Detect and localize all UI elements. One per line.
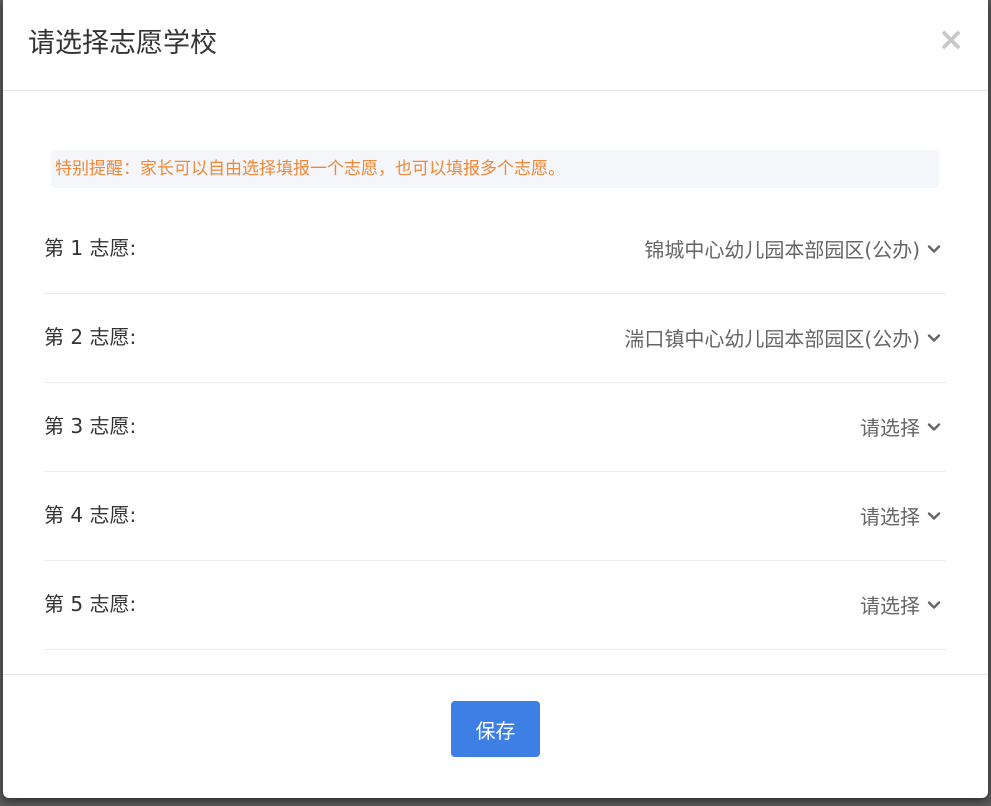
chevron-down-icon xyxy=(927,423,941,431)
dialog-title: 请选择志愿学校 xyxy=(28,28,217,59)
choice-label-3: 第 3 志愿: xyxy=(44,414,137,438)
chevron-down-icon xyxy=(927,601,941,609)
choice-label-5: 第 5 志愿: xyxy=(44,592,137,616)
close-icon[interactable]: × xyxy=(936,22,966,56)
choice-select-2[interactable]: 湍口镇中心幼儿园本部园区(公办) xyxy=(624,294,942,380)
choice-label-4: 第 4 志愿: xyxy=(44,503,137,527)
chevron-down-icon xyxy=(927,512,941,520)
choice-row-2: 第 2 志愿: 湍口镇中心幼儿园本部园区(公办) xyxy=(44,294,946,383)
choose-school-dialog: 请选择志愿学校 × 特别提醒：家长可以自由选择填报一个志愿，也可以填报多个志愿。… xyxy=(3,0,988,798)
choice-label-2: 第 2 志愿: xyxy=(44,325,137,349)
save-button[interactable]: 保存 xyxy=(451,701,540,757)
choice-select-5[interactable]: 请选择 xyxy=(860,561,942,647)
choice-select-1[interactable]: 锦城中心幼儿园本部园区(公办) xyxy=(644,205,942,291)
choice-select-3[interactable]: 请选择 xyxy=(860,383,942,469)
choice-value-1: 锦城中心幼儿园本部园区(公办) xyxy=(644,237,920,262)
choice-value-5: 请选择 xyxy=(860,593,920,618)
chevron-down-icon xyxy=(927,334,941,342)
dialog-header: 请选择志愿学校 × xyxy=(3,0,988,91)
choice-value-3: 请选择 xyxy=(860,415,920,440)
choice-value-4: 请选择 xyxy=(860,504,920,529)
choice-label-1: 第 1 志愿: xyxy=(44,236,137,260)
choice-row-1: 第 1 志愿: 锦城中心幼儿园本部园区(公办) xyxy=(44,205,946,294)
choice-row-5: 第 5 志愿: 请选择 xyxy=(44,561,946,650)
choice-value-2: 湍口镇中心幼儿园本部园区(公办) xyxy=(624,326,920,351)
choice-row-3: 第 3 志愿: 请选择 xyxy=(44,383,946,472)
notice-banner: 特别提醒：家长可以自由选择填报一个志愿，也可以填报多个志愿。 xyxy=(51,150,939,188)
choice-row-4: 第 4 志愿: 请选择 xyxy=(44,472,946,561)
chevron-down-icon xyxy=(927,245,941,253)
choice-select-4[interactable]: 请选择 xyxy=(860,472,942,558)
dialog-footer: 保存 xyxy=(3,674,988,798)
